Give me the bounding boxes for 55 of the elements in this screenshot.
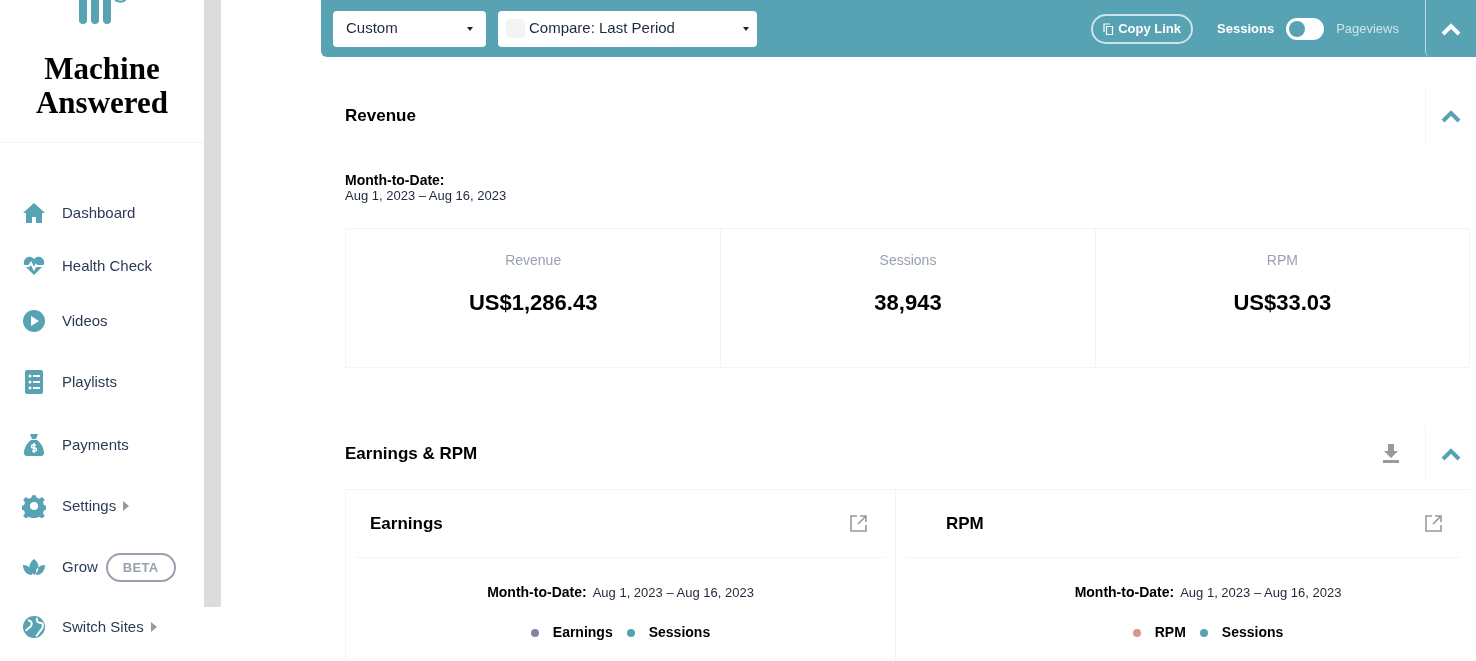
nav-link[interactable]: Videos: [62, 309, 108, 333]
nav-link[interactable]: Dashboard: [62, 201, 136, 225]
legend-label: Earnings: [552, 623, 613, 642]
scrollbar[interactable]: [204, 0, 221, 607]
toggle-label: Sessions: [1217, 19, 1275, 38]
legend-label: RPM: [1154, 623, 1186, 642]
stat-label: Sessions: [879, 251, 937, 270]
legend-label: Sessions: [1221, 623, 1284, 642]
stat-value: US$1,286.43: [468, 289, 598, 317]
caret-icon: [123, 501, 130, 511]
open-external-icon[interactable]: [1425, 515, 1442, 532]
nav-link[interactable]: Health Check: [62, 254, 153, 278]
period-label: Month-to-Date:: [1074, 583, 1175, 602]
period-label: Month-to-Date:: [487, 583, 587, 602]
legend-label: Sessions: [648, 623, 711, 642]
beta-badge: BETA: [105, 552, 176, 582]
heartbeat-icon: [22, 254, 46, 278]
logo-text: Machine Answered: [34, 52, 169, 120]
open-external-icon[interactable]: [850, 515, 867, 532]
copy-icon: [1103, 22, 1115, 35]
date-range-dropdown[interactable]: Custom: [333, 10, 486, 47]
nav-link[interactable]: Playlists: [62, 370, 117, 394]
section-title: Earnings & RPM: [345, 442, 478, 465]
caret-icon: [150, 622, 157, 632]
nav-link[interactable]: Payments: [62, 433, 129, 457]
home-icon: [22, 201, 46, 225]
nav-link[interactable]: Settings: [62, 494, 117, 518]
caret-icon: [467, 26, 473, 31]
logo-icon: [77, 0, 127, 24]
stat-value: 38,943: [874, 289, 942, 317]
play-icon: [22, 309, 46, 333]
period-dates: Aug 1, 2023 – Aug 16, 2023: [592, 584, 754, 602]
period-dates: Aug 1, 2023 – Aug 16, 2023: [1180, 584, 1342, 602]
chevron-up-icon: [1441, 446, 1461, 461]
chevron-up-icon: [1441, 109, 1461, 123]
list-icon: [22, 370, 46, 394]
download-icon[interactable]: [1383, 444, 1399, 463]
stat-value: US$33.03: [1233, 289, 1332, 317]
chevron-up-icon: [1441, 21, 1461, 36]
period-label: Month-to-Date:: [345, 172, 446, 188]
section-title: Revenue: [345, 105, 416, 128]
globe-icon: [22, 615, 46, 639]
settings-icon: [22, 494, 46, 518]
nav-link[interactable]: Switch Sites: [62, 615, 144, 639]
card-title: Earnings: [370, 512, 443, 535]
toggle-label: Pageviews: [1336, 19, 1399, 38]
stat-label: Revenue: [505, 251, 562, 270]
money-bag-icon: [22, 433, 46, 457]
caret-icon: [743, 26, 749, 31]
period-dates: Aug 1, 2023 – Aug 16, 2023: [345, 188, 508, 204]
stat-label: RPM: [1266, 251, 1298, 270]
compare-dropdown[interactable]: Compare: Last Period: [498, 10, 757, 47]
toggle-switch[interactable]: [1286, 17, 1325, 40]
card-title: RPM: [946, 512, 984, 535]
nav-link[interactable]: Grow: [62, 555, 98, 579]
